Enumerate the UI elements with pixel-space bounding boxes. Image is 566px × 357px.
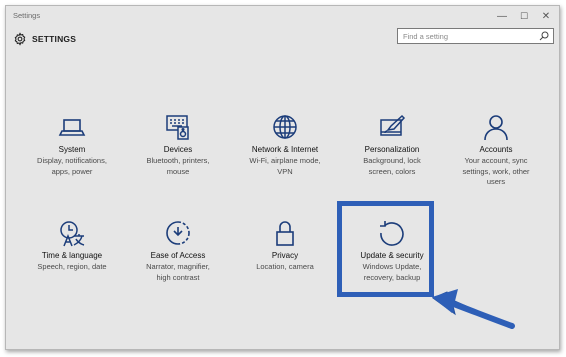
tile-system[interactable]: System Display, notifications, apps, pow… — [22, 113, 122, 191]
tile-personalization[interactable]: Personalization Background, lock screen,… — [342, 113, 442, 191]
settings-window: Settings — ☐ ✕ SETTINGS S — [5, 5, 560, 350]
tile-description: Location, camera — [256, 262, 314, 271]
devices-icon — [164, 113, 192, 141]
refresh-icon — [378, 219, 406, 247]
window-title: Settings — [13, 11, 41, 20]
tile-description: Display, notifications, apps, power — [37, 156, 107, 176]
tile-name: Privacy — [271, 251, 299, 260]
time-language-icon — [58, 219, 86, 247]
tile-description: Windows Update, recovery, backup — [362, 262, 422, 282]
tile-description: Your account, sync settings, work, other… — [462, 156, 530, 186]
tile-name: Devices — [163, 145, 193, 154]
paint-icon — [378, 113, 406, 141]
tile-time-language[interactable]: Time & language Speech, region, date — [22, 219, 122, 297]
tile-name: Accounts — [479, 145, 513, 154]
tile-name: Update & security — [360, 251, 424, 260]
tile-name: Personalization — [364, 145, 420, 154]
gear-icon — [14, 32, 26, 46]
maximize-button[interactable]: ☐ — [515, 9, 533, 23]
tile-description: Wi-Fi, airplane mode, VPN — [249, 156, 321, 176]
ease-of-access-icon — [164, 219, 192, 247]
tile-name: Time & language — [41, 251, 103, 260]
search-box[interactable] — [397, 28, 554, 44]
tile-name: Ease of Access — [150, 251, 206, 260]
tile-description: Background, lock screen, colors — [363, 156, 421, 176]
tile-description: Bluetooth, printers, mouse — [146, 156, 210, 176]
minimize-button[interactable]: — — [493, 9, 511, 23]
tile-ease-of-access[interactable]: Ease of Access Narrator, magnifier, high… — [128, 219, 228, 297]
search-input[interactable] — [398, 29, 541, 43]
tile-name: Network & Internet — [251, 145, 319, 154]
globe-icon — [271, 113, 299, 141]
close-button[interactable]: ✕ — [537, 9, 555, 23]
tile-update-security[interactable]: Update & security Windows Update, recove… — [342, 219, 442, 297]
page-title: SETTINGS — [32, 34, 77, 44]
page-header: SETTINGS — [13, 30, 76, 48]
tile-description: Narrator, magnifier, high contrast — [146, 262, 210, 282]
lock-icon — [271, 219, 299, 247]
laptop-icon — [58, 113, 86, 141]
tile-devices[interactable]: Devices Bluetooth, printers, mouse — [128, 113, 228, 191]
title-bar[interactable]: Settings — ☐ ✕ — [6, 6, 559, 26]
tile-name: System — [58, 145, 86, 154]
tile-description: Speech, region, date — [37, 262, 107, 271]
tile-privacy[interactable]: Privacy Location, camera — [235, 219, 335, 297]
person-icon — [482, 113, 510, 141]
search-icon[interactable] — [538, 30, 550, 42]
tile-network-internet[interactable]: Network & Internet Wi-Fi, airplane mode,… — [235, 113, 335, 191]
tile-accounts[interactable]: Accounts Your account, sync settings, wo… — [446, 113, 546, 191]
